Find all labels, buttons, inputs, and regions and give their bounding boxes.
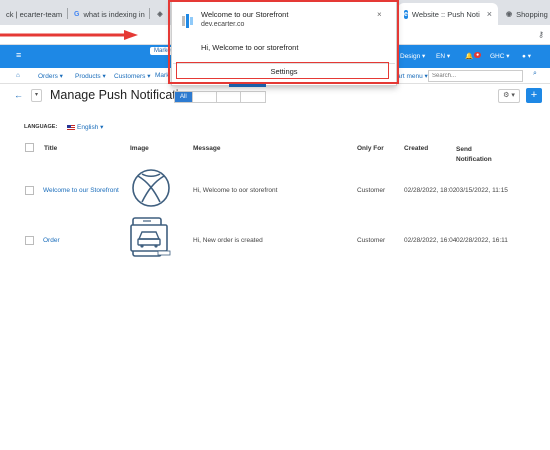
row-sent: 02/28/2022, 16:11 [456,237,508,244]
google-icon: G [74,10,80,18]
design-menu[interactable]: Design ▾ [400,52,425,60]
language-label: LANGUAGE: [24,124,58,130]
language-select[interactable]: English ▾ [67,123,103,131]
ecarter-icon: e [404,9,408,19]
search-input[interactable] [428,70,523,82]
tab-label: what is indexing in [83,9,145,19]
language-select-value: English ▾ [77,124,104,131]
nav-products[interactable]: Products ▾ [75,72,106,80]
gear-icon[interactable]: ⚙ ▾ [498,89,520,103]
highlight-settings-box [176,62,389,79]
row-only-for: Customer [357,187,386,194]
browser-tab[interactable]: G what is indexing in × [68,3,148,25]
column-header-send-notification[interactable]: Send Notification [456,145,506,165]
browser-tab-active[interactable]: e Website :: Push Noti × [398,3,498,25]
chevron-down-icon[interactable]: ▾ [31,89,42,102]
key-icon[interactable]: ⚷ [538,30,544,39]
globe-icon: ◉ [506,11,513,18]
user-menu[interactable]: ● ▾ [522,52,531,60]
drive-icon: ◈ [157,11,163,18]
column-header-message: Message [193,145,221,152]
tab-label: Shopping Ca [516,9,550,19]
filter-tab[interactable] [217,92,241,102]
user-menu-caret: ▾ [527,53,532,60]
page-title: Manage Push Notification [50,88,193,102]
close-icon[interactable]: × [487,9,492,19]
xbox-logo-icon [132,169,170,207]
notifications-icon[interactable]: 🔔 ● [465,52,482,60]
browser-tab[interactable]: ◈ [150,3,170,25]
menu-icon[interactable]: ≡ [16,50,21,60]
add-notification-button[interactable]: + [526,88,542,103]
filter-tab[interactable] [241,92,265,102]
row-message: Hi, Welcome to oor storefront [193,187,278,194]
column-header-title[interactable]: Title [44,145,57,152]
row-only-for: Customer [357,237,386,244]
tab-indicator [229,84,266,87]
back-arrow-icon[interactable]: ← [14,90,23,100]
row-checkbox[interactable] [25,236,34,245]
page-toolbar: ← ▾ Manage Push Notification All ⚙ ▾ + [0,84,550,109]
column-header-image: Image [130,145,149,152]
row-sent: 03/15/2022, 11:15 [456,187,508,194]
row-checkbox[interactable] [25,186,34,195]
row-created: 02/28/2022, 16:04 [404,237,457,244]
nav-orders[interactable]: Orders ▾ [38,72,63,80]
select-all-checkbox[interactable] [25,143,34,152]
browser-tab[interactable]: ◉ Shopping Ca [500,3,550,25]
user-icon: ● [522,53,526,60]
filter-tab[interactable] [193,92,217,102]
row-created: 02/28/2022, 18:02 [404,187,457,194]
search-icon[interactable]: ⌕ [528,70,542,82]
row-title-link[interactable]: Order [43,237,60,244]
nav-customers[interactable]: Customers ▾ [114,72,151,80]
browser-tab[interactable]: ck | ecarter-team × [0,3,66,25]
car-app-icon [130,217,171,257]
column-header-only-for[interactable]: Only For [357,145,384,152]
row-title-link[interactable]: Welcome to our Storefront [43,187,119,194]
tab-label: ck | ecarter-team [6,9,63,19]
home-icon[interactable]: ⌂ [16,72,20,79]
tab-label: Website :: Push Noti [411,9,480,19]
language-menu[interactable]: EN ▾ [436,52,450,60]
column-header-created[interactable]: Created [404,145,428,152]
row-message: Hi, New order is created [193,237,263,244]
currency-menu[interactable]: GHC ▾ [490,52,510,60]
filter-tabs: All [174,91,266,103]
filter-tab-all[interactable]: All [175,92,193,102]
us-flag-icon [67,124,75,130]
red-arrow-annotation [0,30,138,40]
